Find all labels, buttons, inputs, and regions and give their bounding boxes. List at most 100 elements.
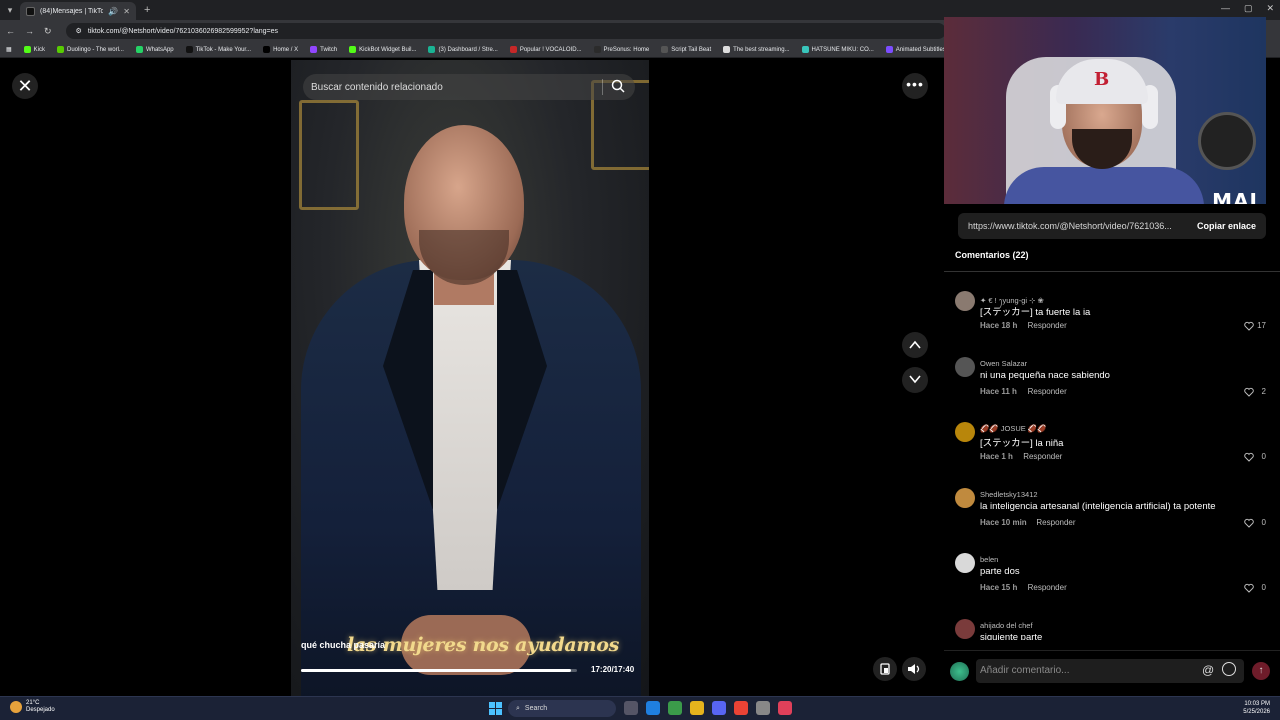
comments-tab[interactable]: Comentarios (22) <box>955 250 1029 260</box>
bookmark-label: (3) Dashboard / Stre... <box>438 46 498 53</box>
reply-button[interactable]: Responder <box>1023 452 1062 461</box>
reply-button[interactable]: Responder <box>1028 387 1067 396</box>
app-icon[interactable] <box>668 701 682 715</box>
commenter-avatar[interactable] <box>955 291 975 311</box>
like-heart-icon[interactable] <box>1244 518 1254 528</box>
tab-close-icon[interactable]: ✕ <box>123 7 130 16</box>
comment-composer: Añadir comentario... @ ↑ <box>944 650 1280 696</box>
bookmark-favicon-icon <box>661 46 669 53</box>
more-options-button[interactable]: ••• <box>902 73 928 99</box>
bookmark-item[interactable]: Duolingo - The worl... <box>57 46 124 53</box>
edge-icon[interactable] <box>646 701 660 715</box>
search-placeholder: Buscar contenido relacionado <box>311 81 443 93</box>
search-icon[interactable] <box>611 79 625 93</box>
bookmark-item[interactable]: Twitch <box>310 46 337 53</box>
next-video-button[interactable] <box>902 367 928 393</box>
forward-icon[interactable]: → <box>25 26 34 36</box>
bookmark-item[interactable]: The best streaming... <box>723 46 790 53</box>
commenter-name[interactable]: Shedletsky13412 <box>980 490 1038 499</box>
windows-taskbar: 21°C Despejado ⌕ Search 10:03 PM 5/25/20… <box>0 696 1280 720</box>
bookmark-item[interactable]: Home / X <box>263 46 298 53</box>
settings-icon[interactable] <box>756 701 770 715</box>
commenter-avatar[interactable] <box>955 618 975 639</box>
back-icon[interactable]: ← <box>6 26 15 36</box>
commenter-avatar[interactable] <box>955 487 975 508</box>
comment-text: parte dos <box>980 566 1020 577</box>
mention-icon[interactable]: @ <box>1202 663 1214 677</box>
drum-kit <box>1198 112 1256 170</box>
reply-button[interactable]: Responder <box>1028 321 1067 330</box>
send-comment-button[interactable]: ↑ <box>1252 662 1270 680</box>
bookmark-item[interactable]: WhatsApp <box>135 46 174 53</box>
bookmark-favicon-icon <box>310 46 318 53</box>
commenter-name[interactable]: belen <box>980 555 998 564</box>
bookmark-item[interactable]: Animated Subtitles... <box>885 46 951 53</box>
reply-button[interactable]: Responder <box>1028 583 1067 592</box>
bookmark-item[interactable]: HATSUNE MIKU: CO... <box>801 46 874 53</box>
bookmark-item[interactable]: Kick <box>23 46 45 53</box>
bookmark-label: Animated Subtitles... <box>895 46 951 53</box>
reply-button[interactable]: Responder <box>1036 518 1075 527</box>
like-heart-icon[interactable] <box>1244 387 1254 397</box>
file-explorer-icon[interactable] <box>690 701 704 715</box>
weather-widget[interactable]: 21°C Despejado <box>10 700 55 714</box>
window-close-icon[interactable]: ✕ <box>1266 3 1274 14</box>
commenter-name[interactable]: 🏈🏈 JOSUE 🏈🏈 <box>980 424 1047 433</box>
commenter-name[interactable]: ahijado del chef <box>980 621 1033 630</box>
bookmark-favicon-icon <box>57 46 65 53</box>
music-app-icon[interactable] <box>778 701 792 715</box>
comments-list[interactable]: ✦ € ! ꫂyung-gi ⊹ ❀ [ステッカー] ta fuerte la i… <box>944 280 1280 640</box>
reload-icon[interactable]: ↻ <box>44 26 52 37</box>
commenter-avatar[interactable] <box>955 422 975 442</box>
tab-search-icon[interactable]: ▾ <box>0 5 20 16</box>
taskbar-clock[interactable]: 10:03 PM 5/25/2026 <box>1243 700 1270 716</box>
bookmark-item[interactable]: PreSonus: Home <box>593 46 650 53</box>
bookmark-favicon-icon <box>23 46 31 53</box>
discord-icon[interactable] <box>712 701 726 715</box>
bookmark-label: PreSonus: Home <box>603 46 650 53</box>
comment-time: Hace 10 min <box>980 517 1027 527</box>
bookmark-label: Popular ! VOCALOID... <box>519 46 582 53</box>
share-link-text[interactable]: https://www.tiktok.com/@Netshort/video/7… <box>958 221 1187 231</box>
video-player[interactable]: Buscar contenido relacionado las mujeres… <box>291 60 649 696</box>
commenter-avatar[interactable] <box>955 553 975 573</box>
copy-link-button[interactable]: Copiar enlace <box>1187 221 1266 231</box>
commenter-name[interactable]: Owen Salazar <box>980 359 1027 368</box>
weather-temp: 21°C <box>26 700 40 706</box>
bookmark-item[interactable]: (3) Dashboard / Stre... <box>428 46 498 53</box>
taskbar-apps <box>624 701 792 715</box>
task-view-icon[interactable] <box>624 701 638 715</box>
bookmark-item[interactable]: KickBot Widget Buil... <box>349 46 416 53</box>
bookmark-label: HATSUNE MIKU: CO... <box>811 46 874 53</box>
url-field[interactable]: ⚙ tiktok.com/@Netshort/video/76210360269… <box>65 23 946 39</box>
miniplayer-button[interactable] <box>873 657 897 681</box>
maximize-icon[interactable]: ▢ <box>1244 3 1253 14</box>
bookmark-item[interactable]: Popular ! VOCALOID... <box>509 46 582 53</box>
site-info-icon[interactable]: ⚙ <box>76 27 82 35</box>
video-progress-bar[interactable] <box>301 669 577 672</box>
close-video-button[interactable]: ✕ <box>12 73 38 99</box>
new-tab-button[interactable]: + <box>144 4 150 16</box>
emoji-icon[interactable] <box>1222 662 1236 676</box>
like-heart-icon[interactable] <box>1244 452 1254 462</box>
browser-tab[interactable]: (84)Mensajes | TikTok 🔊 ✕ <box>20 2 136 20</box>
start-button[interactable] <box>489 702 502 715</box>
tab-audio-icon[interactable]: 🔊 <box>108 7 118 16</box>
volume-button[interactable] <box>902 657 926 681</box>
bookmark-label: KickBot Widget Buil... <box>359 46 417 53</box>
chevron-up-icon <box>909 340 921 349</box>
chrome-icon[interactable] <box>734 701 748 715</box>
apps-icon[interactable]: ▦ <box>6 46 12 53</box>
bookmark-favicon-icon <box>428 46 436 53</box>
taskbar-search[interactable]: ⌕ Search <box>508 700 616 717</box>
commenter-avatar[interactable] <box>955 356 975 377</box>
minimize-icon[interactable]: — <box>1221 3 1230 14</box>
miniplayer-icon <box>880 663 890 675</box>
bookmark-item[interactable]: Script Tail Beat <box>661 46 711 53</box>
previous-video-button[interactable] <box>902 332 928 358</box>
related-search-input[interactable]: Buscar contenido relacionado <box>303 74 635 100</box>
bookmark-item[interactable]: TikTok - Make Your... <box>185 46 251 53</box>
bookmark-favicon-icon <box>263 46 271 53</box>
like-heart-icon[interactable] <box>1244 321 1254 331</box>
like-heart-icon[interactable] <box>1244 583 1254 593</box>
